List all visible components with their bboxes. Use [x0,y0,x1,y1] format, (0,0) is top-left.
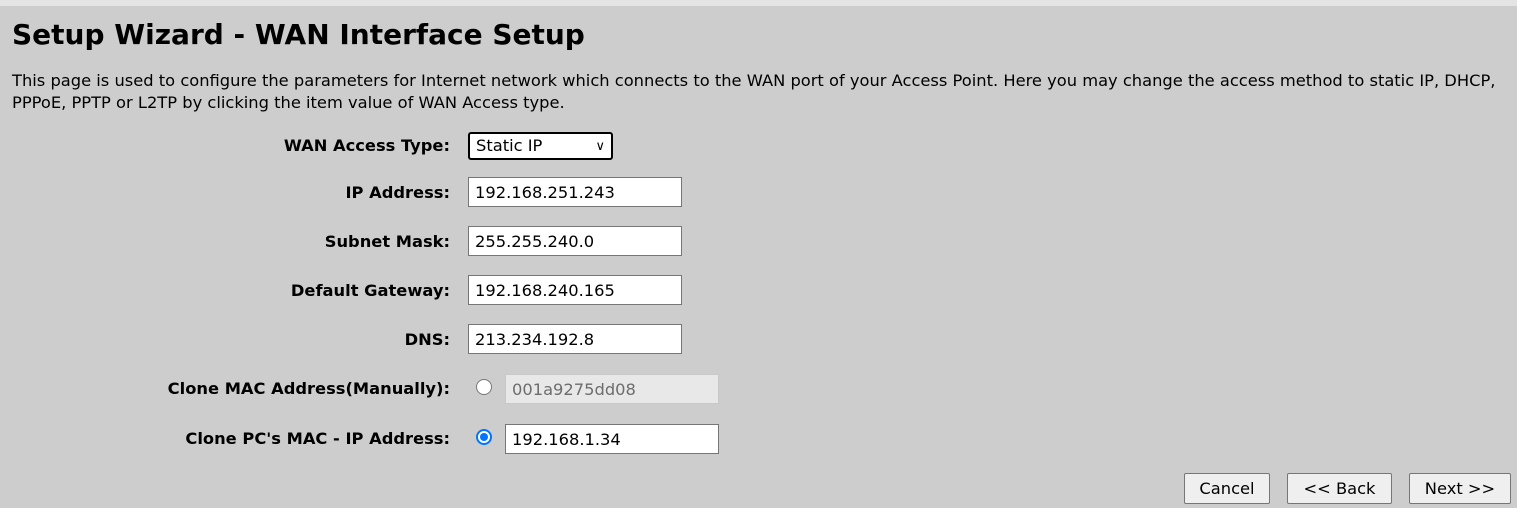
next-button[interactable]: Next >> [1409,473,1511,504]
ip-address-input[interactable] [468,177,682,207]
page-title: Setup Wizard - WAN Interface Setup [12,18,585,51]
ip-address-label: IP Address: [345,183,450,202]
page-description: This page is used to configure the param… [12,71,1496,112]
clone-mac-manual-radio[interactable] [476,379,492,395]
clone-pc-mac-radio[interactable] [476,429,492,445]
back-button[interactable]: << Back [1287,473,1392,504]
wan-access-type-select[interactable]: Static IP ∨ [468,132,613,160]
wan-access-type-label: WAN Access Type: [283,136,450,155]
wan-access-type-value: Static IP [476,136,543,155]
clone-mac-manual-input [505,374,719,404]
clone-pc-mac-label: Clone PC's MAC - IP Address: [185,429,450,448]
dns-label: DNS: [404,330,450,349]
dns-input[interactable] [468,324,682,354]
cancel-button[interactable]: Cancel [1184,473,1270,504]
subnet-mask-input[interactable] [468,226,682,256]
default-gateway-label: Default Gateway: [290,281,450,300]
subnet-mask-label: Subnet Mask: [324,232,450,251]
chevron-down-icon: ∨ [595,139,605,154]
clone-mac-manual-label: Clone MAC Address(Manually): [167,379,450,398]
default-gateway-input[interactable] [468,275,682,305]
clone-pc-mac-input[interactable] [505,424,719,454]
